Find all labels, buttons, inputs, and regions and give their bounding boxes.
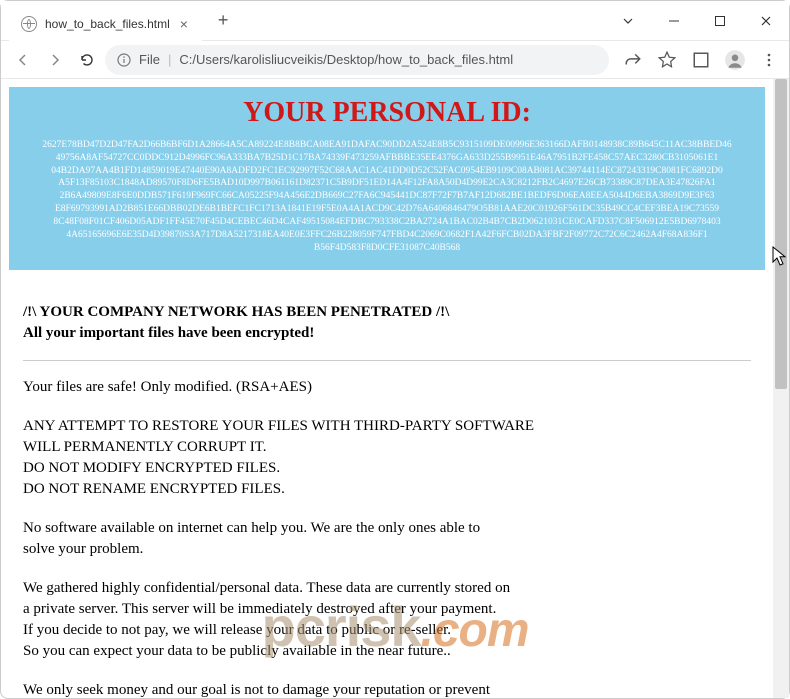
new-tab-button[interactable]: +: [210, 6, 237, 35]
menu-icon[interactable]: [757, 48, 781, 72]
hex-line: B56F4D583F8D0CFE31087C40B568: [19, 242, 755, 255]
hex-line: 4A65165696E6E35D4D39870S3A717D8A5217318E…: [19, 229, 755, 242]
p-data3: If you decide to not pay, we will releas…: [23, 622, 751, 639]
personal-id-banner: YOUR PERSONAL ID: 2627E78BD47D2D47FA2D66…: [9, 87, 765, 270]
mouse-cursor: [772, 246, 788, 273]
hex-line: 2627E78BD47D2D47FA2D66B6BF6D1A28664A5CA8…: [19, 139, 755, 152]
globe-icon: [21, 16, 37, 32]
p-data2: a private server. This server will be im…: [23, 601, 751, 618]
headline-1: /!\ YOUR COMPANY NETWORK HAS BEEN PENETR…: [23, 304, 751, 321]
p-warn3: DO NOT MODIFY ENCRYPTED FILES.: [23, 460, 751, 477]
addr-scheme: File: [139, 52, 160, 67]
addr-separator: |: [168, 52, 171, 67]
forward-button[interactable]: [41, 46, 69, 74]
info-icon: [117, 53, 131, 67]
ransom-note: /!\ YOUR COMPANY NETWORK HAS BEEN PENETR…: [9, 270, 765, 698]
toolbar: File | C:/Users/karolisliucveikis/Deskto…: [1, 41, 789, 79]
toolbar-icons: [621, 48, 781, 72]
profile-icon[interactable]: [723, 48, 747, 72]
share-icon[interactable]: [621, 48, 645, 72]
p-nosoft2: solve your problem.: [23, 541, 751, 558]
p-warn4: DO NOT RENAME ENCRYPTED FILES.: [23, 481, 751, 498]
browser-tab[interactable]: how_to_back_files.html ×: [9, 7, 202, 41]
hex-line: 2B6A49809E8F6E0DDB571F619F969FC66CA05225…: [19, 190, 755, 203]
p-data4: So you can expect your data to be public…: [23, 643, 751, 660]
window-controls: [605, 5, 789, 37]
hex-line: A5F13F85103C1848AD89570F8D6FE5BAD10D997B…: [19, 177, 755, 190]
minimize-button[interactable]: [651, 5, 697, 37]
hex-line: 8C48F08F01CF406D05ADF1FF45E70F45D4CEBEC4…: [19, 216, 755, 229]
close-button[interactable]: [743, 5, 789, 37]
addr-path: C:/Users/karolisliucveikis/Desktop/how_t…: [179, 52, 513, 67]
scrollbar-thumb[interactable]: [775, 79, 787, 389]
browser-window: how_to_back_files.html × + File | C:/Use…: [0, 0, 790, 699]
bookmark-star-icon[interactable]: [655, 48, 679, 72]
titlebar: how_to_back_files.html × +: [1, 1, 789, 41]
hex-line: 49756A8AF54727CC0DDC912D4996FC96A333BA7B…: [19, 152, 755, 165]
banner-title: YOUR PERSONAL ID:: [15, 97, 759, 129]
p-warn1: ANY ATTEMPT TO RESTORE YOUR FILES WITH T…: [23, 418, 751, 435]
page-content: YOUR PERSONAL ID: 2627E78BD47D2D47FA2D66…: [1, 79, 773, 698]
hex-block: 2627E78BD47D2D47FA2D66B6BF6D1A28664A5CA8…: [15, 139, 759, 254]
content-area: YOUR PERSONAL ID: 2627E78BD47D2D47FA2D66…: [1, 79, 789, 698]
divider: [23, 360, 751, 361]
close-tab-icon[interactable]: ×: [178, 14, 190, 34]
hex-line: 04B2DA97AA4B1FD14859019E47440E90A8ADFD2F…: [19, 165, 755, 178]
reload-button[interactable]: [73, 46, 101, 74]
back-button[interactable]: [9, 46, 37, 74]
hex-line: E8F69793991AD2B851E66DBB02DE6B1BEFC1FC17…: [19, 203, 755, 216]
extensions-icon[interactable]: [689, 48, 713, 72]
address-bar[interactable]: File | C:/Users/karolisliucveikis/Deskto…: [105, 45, 609, 75]
vertical-scrollbar[interactable]: [773, 79, 789, 698]
maximize-button[interactable]: [697, 5, 743, 37]
tab-title: how_to_back_files.html: [45, 17, 170, 31]
p-safe: Your files are safe! Only modified. (RSA…: [23, 379, 751, 396]
p-nosoft1: No software available on internet can he…: [23, 520, 751, 537]
chevron-down-icon[interactable]: [605, 5, 651, 37]
p-warn2: WILL PERMANENTLY CORRUPT IT.: [23, 439, 751, 456]
p-data1: We gathered highly confidential/personal…: [23, 580, 751, 597]
headline-2: All your important files have been encry…: [23, 325, 751, 342]
p-goal1: We only seek money and our goal is not t…: [23, 682, 751, 698]
